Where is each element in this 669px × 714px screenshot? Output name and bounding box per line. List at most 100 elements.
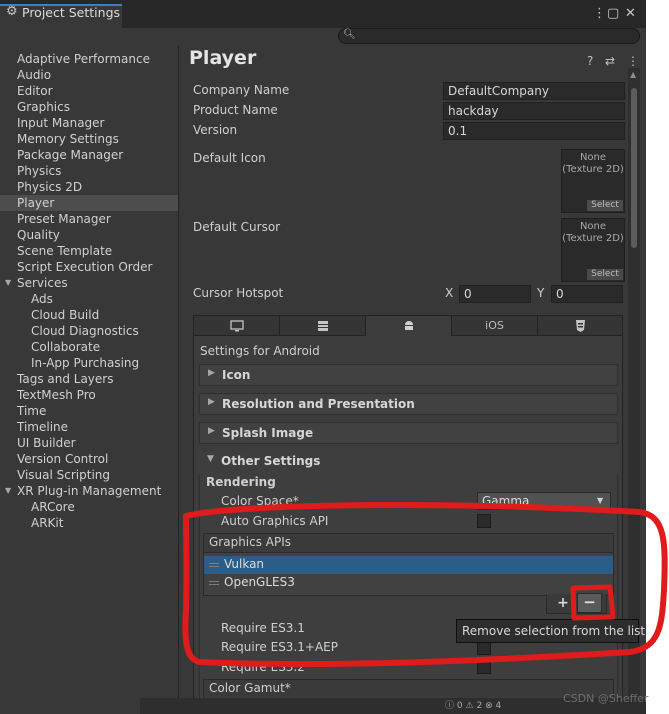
sidebar-item[interactable]: TextMesh Pro	[0, 387, 178, 403]
gear-icon: ⚙	[6, 4, 18, 19]
default-icon-slot[interactable]: None (Texture 2D) Select	[561, 149, 625, 213]
sidebar-item-label: Cloud Build	[31, 308, 100, 322]
remove-item-button[interactable]: −	[577, 593, 602, 613]
select-button[interactable]: Select	[587, 200, 623, 211]
other-settings-foldout[interactable]: ▼ Other Settings	[199, 451, 618, 473]
sidebar-item[interactable]: Tags and Layers	[0, 371, 178, 387]
list-item-label: Vulkan	[224, 557, 265, 571]
sidebar-item[interactable]: Quality	[0, 227, 178, 243]
tab-standalone[interactable]	[193, 315, 280, 336]
sidebar-item-label: Adaptive Performance	[17, 52, 150, 66]
search-icon: 🔍︎	[343, 29, 356, 40]
sidebar-item-label: Physics 2D	[17, 180, 83, 194]
chevron-down-icon[interactable]: ▼	[5, 275, 11, 291]
chevron-down-icon[interactable]: ▼	[5, 483, 11, 499]
tab-android[interactable]	[365, 315, 452, 336]
tooltip: Remove selection from the list	[456, 619, 645, 643]
sidebar-item[interactable]: Input Manager	[0, 115, 178, 131]
sidebar-item[interactable]: ARKit	[0, 515, 178, 531]
icon-foldout[interactable]: ▶ Icon	[199, 364, 618, 386]
sidebar-item[interactable]: ▼ Services	[0, 275, 178, 291]
require-es32-label: Require ES3.2	[221, 660, 305, 674]
scrollbar-thumb[interactable]	[631, 88, 637, 248]
chevron-right-icon: ▶	[208, 368, 215, 378]
texture-type-text: (Texture 2D)	[562, 164, 624, 175]
drag-handle-icon[interactable]	[209, 581, 219, 585]
require-es32-checkbox[interactable]	[477, 660, 491, 674]
sidebar-item[interactable]: Physics	[0, 163, 178, 179]
require-es31-aep-checkbox[interactable]	[477, 641, 491, 655]
settings-for-android-heading: Settings for Android	[200, 344, 320, 358]
chevron-right-icon: ▶	[208, 426, 215, 436]
tab-webgl[interactable]	[537, 315, 623, 336]
splash-foldout[interactable]: ▶ Splash Image	[199, 422, 618, 444]
auto-graphics-api-checkbox[interactable]	[477, 514, 491, 528]
sidebar-item[interactable]: Player	[0, 195, 178, 211]
console-counts[interactable]: ⓘ 0 ⚠ 2 ⊗ 4	[445, 698, 501, 711]
foldout-label: Icon	[222, 368, 251, 382]
scroll-up-arrow-icon[interactable]: ▲	[630, 70, 636, 79]
company-name-field[interactable]: DefaultCompany	[443, 82, 625, 100]
sidebar-item[interactable]: Cloud Diagnostics	[0, 323, 178, 339]
sidebar-item[interactable]: ARCore	[0, 499, 178, 515]
sidebar-item[interactable]: Time	[0, 403, 178, 419]
sidebar-item[interactable]: Scene Template	[0, 243, 178, 259]
close-icon[interactable]: ✕	[625, 7, 636, 21]
sidebar-item[interactable]: Visual Scripting	[0, 467, 178, 483]
sidebar-item[interactable]: Script Execution Order	[0, 259, 178, 275]
sidebar-item[interactable]: Version Control	[0, 451, 178, 467]
default-cursor-label: Default Cursor	[193, 220, 281, 234]
sidebar-item[interactable]: Graphics	[0, 99, 178, 115]
sidebar-item-label: Version Control	[17, 452, 109, 466]
list-item-vulkan[interactable]: Vulkan	[204, 556, 613, 574]
search-input[interactable]	[338, 28, 640, 44]
sidebar-item[interactable]: ▼ XR Plug-in Management	[0, 483, 178, 499]
sidebar-item[interactable]: Adaptive Performance	[0, 51, 178, 67]
resolution-foldout[interactable]: ▶ Resolution and Presentation	[199, 393, 618, 415]
default-icon-label: Default Icon	[193, 151, 266, 165]
tab-server[interactable]	[279, 315, 366, 336]
graphics-apis-label: Graphics APIs	[209, 535, 292, 549]
sidebar-item-label: ARKit	[31, 516, 64, 530]
page-title: Player	[189, 47, 257, 69]
product-name-field[interactable]: hackday	[443, 102, 625, 120]
sidebar-item[interactable]: Cloud Build	[0, 307, 178, 323]
product-name-label: Product Name	[193, 103, 278, 117]
drag-handle-icon[interactable]	[209, 563, 219, 567]
texture-none-text: None	[579, 152, 607, 163]
hotspot-y-field[interactable]: 0	[551, 285, 623, 303]
default-cursor-slot[interactable]: None (Texture 2D) Select	[561, 218, 625, 282]
sidebar-item[interactable]: UI Builder	[0, 435, 178, 451]
version-field[interactable]: 0.1	[443, 122, 625, 140]
color-space-dropdown[interactable]: Gamma	[477, 492, 611, 510]
list-item-opengles3[interactable]: OpenGLES3	[204, 574, 613, 592]
sidebar-item[interactable]: Package Manager	[0, 147, 178, 163]
preset-icon[interactable]: ⇄	[605, 54, 615, 68]
sidebar-item[interactable]: Physics 2D	[0, 179, 178, 195]
select-button[interactable]: Select	[587, 269, 623, 280]
sidebar-item[interactable]: Memory Settings	[0, 131, 178, 147]
require-es31-label: Require ES3.1	[221, 621, 305, 635]
chevron-right-icon: ▶	[208, 397, 215, 407]
hotspot-x-field[interactable]: 0	[459, 285, 531, 303]
html5-icon	[575, 320, 585, 332]
add-item-button[interactable]: +	[553, 595, 573, 612]
help-icon[interactable]: ?	[587, 54, 593, 68]
more-icon[interactable]: ⋮	[593, 7, 606, 21]
sidebar-item[interactable]: Preset Manager	[0, 211, 178, 227]
more-icon[interactable]: ⋮	[627, 54, 639, 68]
company-name-label: Company Name	[193, 83, 290, 97]
sidebar-item-label: XR Plug-in Management	[17, 484, 162, 498]
sidebar-item-label: Audio	[17, 68, 52, 82]
sidebar-item[interactable]: Ads	[0, 291, 178, 307]
sidebar-item[interactable]: Collaborate	[0, 339, 178, 355]
sidebar-item[interactable]: Editor	[0, 83, 178, 99]
maximize-icon[interactable]: ▢	[607, 7, 619, 21]
sidebar-item[interactable]: Timeline	[0, 419, 178, 435]
window-title: Project Settings	[22, 5, 121, 20]
sidebar-item[interactable]: Audio	[0, 67, 178, 83]
dropdown-caret-icon: ▼	[597, 496, 604, 505]
texture-type-text: (Texture 2D)	[562, 233, 624, 244]
tab-ios[interactable]: iOS	[451, 315, 538, 336]
sidebar-item[interactable]: In-App Purchasing	[0, 355, 178, 371]
